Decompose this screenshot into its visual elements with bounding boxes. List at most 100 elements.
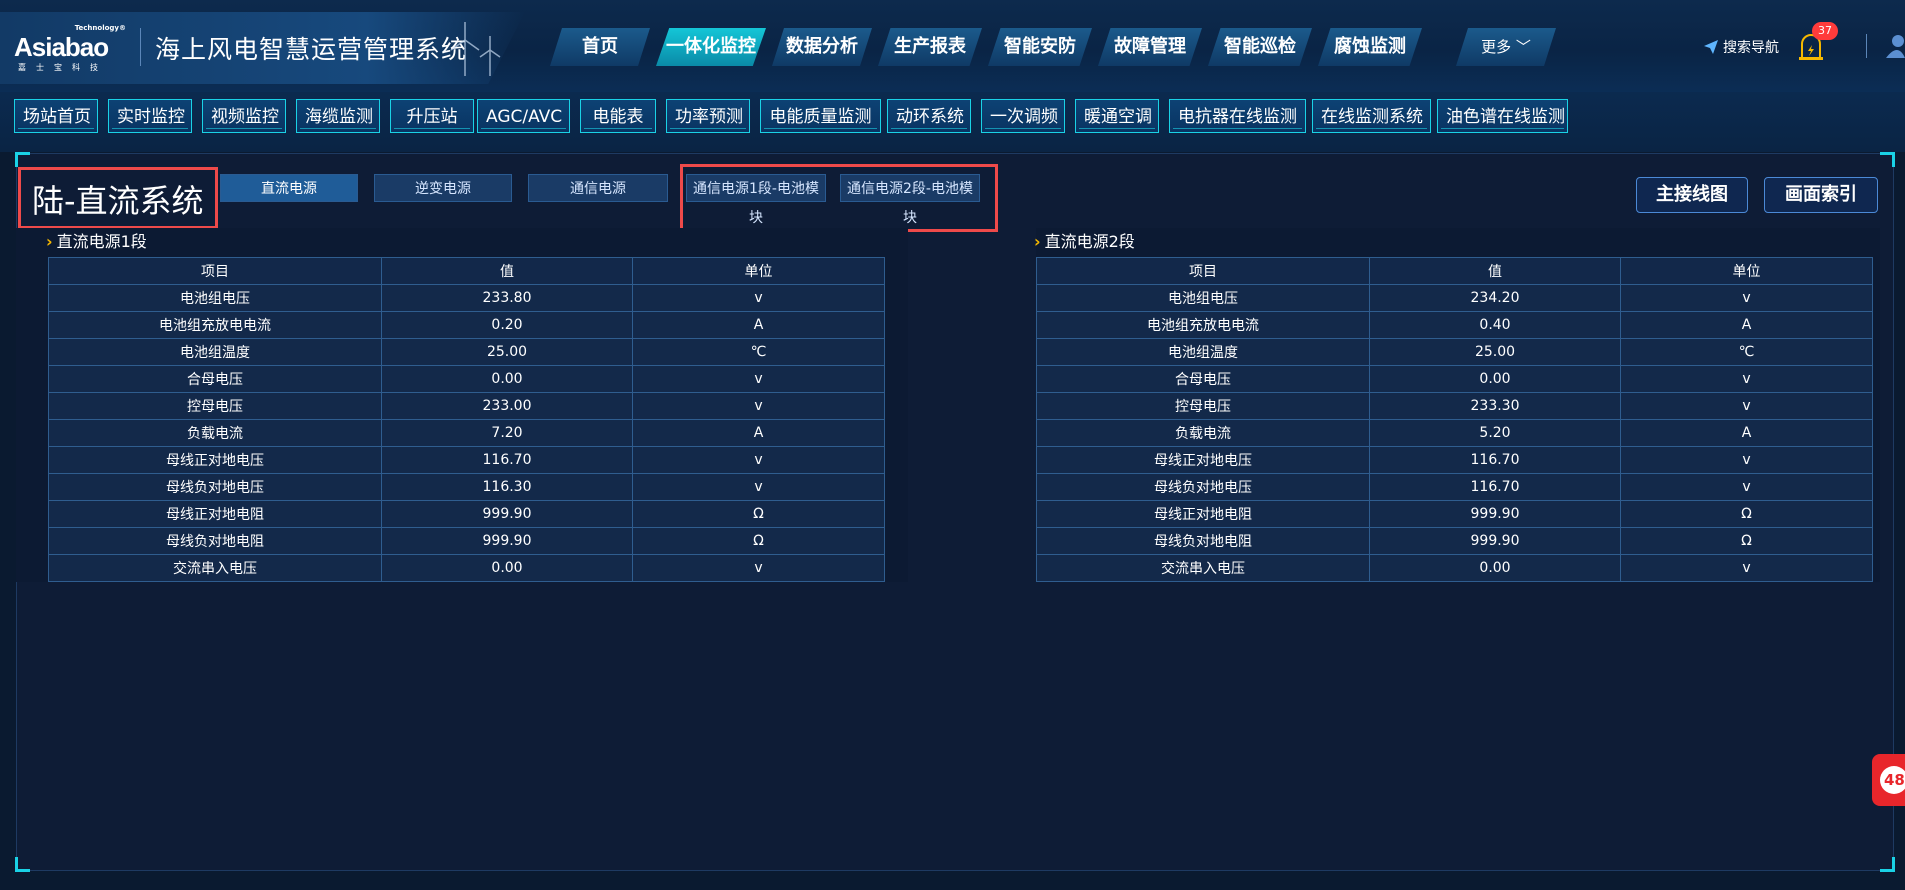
subnav-power-quality[interactable]: 电能质量监测 [760,99,881,133]
cell-unit: A [632,311,885,339]
tab-dc-power[interactable]: 直流电源 [220,174,358,202]
nav-data-analysis[interactable]: 数据分析 [772,28,872,66]
sub-nav: 场站首页 实时监控 视频监控 海缆监测 升压站 AGC/AVC 电能表 功率预测… [0,92,1905,152]
cell-item: 电池组温度 [1036,338,1370,366]
cell-item: 母线正对地电压 [48,446,382,474]
subnav-agc-avc[interactable]: AGC/AVC [477,99,570,133]
column-header-unit: 单位 [632,257,885,285]
section-2-title-text: 直流电源2段 [1044,232,1135,251]
cell-unit: Ω [632,500,885,528]
cell-value: 999.90 [1369,527,1621,555]
subnav-video-monitoring[interactable]: 视频监控 [202,99,286,133]
subnav-reactor-monitoring[interactable]: 电抗器在线监测 [1169,99,1306,133]
subnav-frequency-regulation[interactable]: 一次调频 [981,99,1065,133]
cell-item: 控母电压 [48,392,382,420]
table-row: 母线负对地电阻 999.90 Ω [1036,527,1873,555]
cell-item: 负载电流 [1036,419,1370,447]
screen-index-button[interactable]: 画面索引 [1764,177,1878,213]
table-row: 电池组充放电电流 0.20 A [48,311,885,339]
cell-unit: v [1620,365,1873,393]
subnav-realtime-monitoring[interactable]: 实时监控 [108,99,192,133]
tab-comm-power[interactable]: 通信电源 [528,174,668,202]
user-icon[interactable] [1884,32,1905,58]
cell-value: 999.90 [381,500,633,528]
cell-unit: v [1620,473,1873,501]
column-header-value: 值 [381,257,633,285]
alarm-count-badge: 37 [1812,22,1838,40]
tab-inverter-power[interactable]: 逆变电源 [374,174,512,202]
cell-value: 999.90 [381,527,633,555]
section-1-table: 项目 值 单位 电池组电压 233.80 v 电池组充放电电流 0.20 A 电池组温度 25… [48,257,885,582]
nav-home[interactable]: 首页 [550,28,650,66]
chevron-down-icon: ﹀ [1515,38,1531,56]
cell-unit: A [1620,311,1873,339]
column-header-unit: 单位 [1620,257,1873,285]
logo-sub-text: 嘉士宝科技 [18,63,108,72]
subnav-energy-meter[interactable]: 电能表 [580,99,656,133]
send-icon [1704,40,1718,54]
table-row: 电池组电压 233.80 v [48,284,885,312]
nav-smart-inspection[interactable]: 智能巡检 [1208,28,1312,66]
tab-comm-power-1-battery[interactable]: 通信电源1段-电池模 [686,174,826,202]
cell-unit: Ω [632,527,885,555]
page-title: 陆-直流系统 [32,182,204,220]
cell-unit: v [632,284,885,312]
nav-production-report[interactable]: 生产报表 [878,28,982,66]
cell-value: 233.00 [381,392,633,420]
table-header-row: 项目 值 单位 [48,257,885,285]
subnav-station-home[interactable]: 场站首页 [14,99,98,133]
nav-corrosion-monitoring[interactable]: 腐蚀监测 [1318,28,1422,66]
cell-unit: v [632,365,885,393]
table-row: 交流串入电压 0.00 v [1036,554,1873,582]
tab-comm-power-2-battery[interactable]: 通信电源2段-电池模 [840,174,980,202]
header-divider [140,28,141,66]
cell-item: 电池组充放电电流 [48,311,382,339]
logo-brand-text: Asiabao [14,32,109,62]
cell-unit: v [1620,446,1873,474]
nav-smart-security[interactable]: 智能安防 [988,28,1092,66]
company-logo[interactable]: Technology® Asiabao 嘉士宝科技 [14,24,126,72]
nav-more[interactable]: 更多 ﹀ [1456,28,1556,66]
table-row: 合母电压 0.00 v [1036,365,1873,393]
tab-comm-power-2-battery-tail[interactable]: 块 [903,207,917,227]
cell-value: 999.90 [1369,500,1621,528]
nav-fault-management[interactable]: 故障管理 [1098,28,1202,66]
subnav-power-forecast[interactable]: 功率预测 [666,99,750,133]
search-nav-link[interactable]: 搜索导航 [1703,37,1779,57]
tab-comm-power-1-battery-tail[interactable]: 块 [749,207,763,227]
cell-value: 7.20 [381,419,633,447]
wind-turbine-icon [450,22,501,76]
table-row: 母线正对地电阻 999.90 Ω [48,500,885,528]
main-wiring-button[interactable]: 主接线图 [1636,177,1748,213]
cell-value: 116.70 [381,446,633,474]
cell-item: 合母电压 [48,365,382,393]
nav-integrated-monitoring[interactable]: 一体化监控 [656,28,766,66]
cell-unit: v [1620,392,1873,420]
cell-item: 电池组电压 [48,284,382,312]
subnav-substation[interactable]: 升压站 [390,99,474,133]
floating-chat-badge[interactable]: 48 [1872,754,1905,806]
table-row: 母线负对地电压 116.30 v [48,473,885,501]
cell-unit: v [632,392,885,420]
table-row: 控母电压 233.00 v [48,392,885,420]
table-row: 母线正对地电压 116.70 v [48,446,885,474]
cell-value: 0.00 [1369,554,1621,582]
table-row: 电池组温度 25.00 ℃ [1036,338,1873,366]
cell-item: 控母电压 [1036,392,1370,420]
cell-value: 116.30 [381,473,633,501]
cell-unit: v [632,446,885,474]
cell-item: 母线负对地电压 [48,473,382,501]
cell-value: 234.20 [1369,284,1621,312]
column-header-value: 值 [1369,257,1621,285]
subnav-cable-monitoring[interactable]: 海缆监测 [296,99,380,133]
subnav-environment-system[interactable]: 动环系统 [887,99,971,133]
subnav-online-monitoring[interactable]: 在线监测系统 [1312,99,1431,133]
table-header-row: 项目 值 单位 [1036,257,1873,285]
subnav-hvac[interactable]: 暖通空调 [1075,99,1159,133]
section-1-title: › 直流电源1段 [46,228,147,252]
subnav-oil-chromatography[interactable]: 油色谱在线监测 [1437,99,1568,133]
table-row: 电池组电压 234.20 v [1036,284,1873,312]
table-row: 合母电压 0.00 v [48,365,885,393]
cell-item: 母线正对地电阻 [1036,500,1370,528]
logo-technology-text: Technology® [74,24,126,32]
